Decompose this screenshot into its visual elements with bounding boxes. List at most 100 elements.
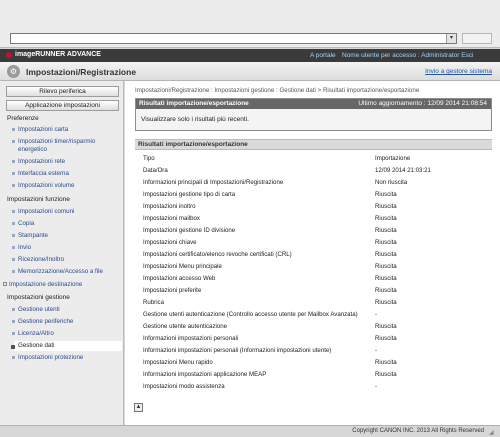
sidebar-item-user-management[interactable]: Gestione utenti [12,306,122,314]
bullet-icon [12,128,15,131]
table-row: Impostazioni chiave Riuscita [143,239,488,247]
results-summary-panel: Risultati importazione/esportazione Ulti… [135,98,492,131]
goto-system-manager-link[interactable]: Invio a gestore sistema [425,68,492,75]
row-label: Impostazioni gestione ID divisione [143,227,236,234]
row-value: Riuscita [375,359,397,366]
row-label: Impostazioni Menu rapido [143,359,213,366]
row-value: - [375,347,378,354]
sidebar-item-destination-settings[interactable]: Impostazione destinazione [3,281,82,288]
row-value: Riuscita [375,299,397,306]
table-row: Impostazioni Menu principale Riuscita [143,263,488,271]
table-row: Impostazioni Menu rapido Riuscita [143,359,488,367]
table-row: Rubrica Riuscita [143,299,488,307]
address-dropdown-icon[interactable]: ▾ [446,34,456,43]
row-value: Riuscita [375,275,397,282]
table-row: Informazioni impostazioni personali (Inf… [143,347,488,355]
bullet-icon [12,356,15,359]
table-row: Gestione utente autenticazione Riuscita [143,323,488,331]
row-label: Impostazioni mailbox [143,215,200,222]
table-row: Informazioni principali di Impostazioni/… [143,179,488,187]
table-row: Informazioni impostazioni applicazione M… [143,371,488,379]
last-update-timestamp: Ultimo aggiornamento : 12/09 2014 21:08:… [358,100,487,107]
table-row: Impostazioni gestione ID divisione Riusci… [143,227,488,235]
settings-gear-icon: ⚙ [7,65,20,78]
toolbar-area [462,33,492,44]
copyright: Copyright CANON INC. 2013 All Rights Res… [352,428,484,434]
sidebar-group-function-settings: Impostazioni funzione [7,196,70,203]
check-device-button[interactable]: Rilevo periferica [6,86,119,97]
latest-results-note: Visualizzare solo i risultati più recent… [141,116,249,123]
results-detail-panel: Risultati importazione/esportazione Tipo… [135,139,492,392]
bullet-icon [12,172,15,175]
bullet-icon [12,222,15,225]
sidebar-item-external-interface[interactable]: Interfaccia esterna [12,170,122,178]
bullet-icon [12,210,15,213]
expand-icon[interactable] [3,282,7,287]
page-title-bar: ⚙ Impostazioni/Registrazione Invio a ges… [0,62,500,81]
sidebar-item-device-management[interactable]: Gestione periferiche [12,318,122,326]
sidebar-item-timer-energy[interactable]: Impostazioni timer/risparmio energetico [12,138,122,153]
sidebar-group-preferences: Preferenze [7,115,39,122]
sidebar-item-common-settings[interactable]: Impostazioni comuni [12,208,122,216]
row-value: Riuscita [375,371,397,378]
sidebar: Rilevo periferica Applicazione impostazi… [0,81,124,425]
sidebar-item-volume[interactable]: Impostazioni volume [12,182,122,190]
table-row: Gestione utenti autenticazione (Controll… [143,311,488,319]
row-label: Tipo [143,155,155,162]
row-value: Riuscita [375,251,397,258]
browser-chrome: ▾ [0,0,500,48]
row-label: Gestione utente autenticazione [143,323,228,330]
row-value: Riuscita [375,287,397,294]
row-label: Impostazioni Menu principale [143,263,222,270]
sidebar-item-copy[interactable]: Copia [12,220,122,228]
bullet-icon [12,270,15,273]
brand-name: imageRUNNER ADVANCE [15,51,101,58]
sidebar-item-security-settings[interactable]: Impostazioni protezione [12,354,122,362]
row-value: Riuscita [375,203,397,210]
row-label: Data/Ora [143,167,168,174]
row-value: Riuscita [375,191,397,198]
bullet-icon [12,234,15,237]
scroll-to-top-icon[interactable]: ▲ [134,403,143,412]
table-row: Impostazioni mailbox Riuscita [143,215,488,223]
results-summary-header: Risultati importazione/esportazione Ulti… [136,99,491,109]
row-value: - [375,311,378,318]
row-value: Riuscita [375,215,397,222]
sidebar-item-send[interactable]: Invio [12,244,122,252]
table-row: Impostazioni preferite Riuscita [143,287,488,295]
page-title: Impostazioni/Registrazione [26,67,137,77]
product-bar: imageRUNNER ADVANCE A portale Nome utent… [0,49,500,62]
resize-grip-icon[interactable]: ◢ [489,429,497,436]
row-label: Impostazioni accesso Web [143,275,216,282]
sidebar-item-data-management[interactable]: Gestione dati [11,341,122,351]
bullet-icon [11,344,15,349]
row-value: Importazione [375,155,411,162]
row-value: 12/09 2014 21:03:21 [375,167,431,174]
row-label: Impostazioni certificato/elenco revoche … [143,251,292,258]
sidebar-item-license-other[interactable]: Licenza/Altro [12,330,122,338]
footer: Copyright CANON INC. 2013 All Rights Res… [0,425,500,437]
row-label: Informazioni principali di Impostazioni/… [143,179,284,186]
user-info-logout[interactable]: Nome utente per accesso : Administrator … [342,52,474,59]
bullet-icon [12,258,15,261]
breadcrumb: Impostazioni/Registrazione : Impostazion… [135,87,420,94]
portal-link[interactable]: A portale [310,52,336,59]
sidebar-item-printer[interactable]: Stampante [12,232,122,240]
main-content: Impostazioni/Registrazione : Impostazion… [125,81,500,425]
table-row: Tipo Importazione [143,155,488,163]
row-label: Impostazioni chiave [143,239,197,246]
apply-settings-button[interactable]: Applicazione impostazioni [6,100,119,111]
row-value: Riuscita [375,239,397,246]
table-row: Impostazioni certificato/elenco revoche … [143,251,488,259]
sidebar-item-receive-forward[interactable]: Ricezione/Inoltro [12,256,122,264]
address-bar[interactable]: ▾ [10,33,457,44]
row-label: Impostazioni preferite [143,287,202,294]
row-label: Impostazioni gestione tipo di carta [143,191,236,198]
sidebar-item-store-access-files[interactable]: Memorizzazione/Accesso a file [12,268,122,276]
table-row: Impostazioni inoltro Riuscita [143,203,488,211]
row-label: Informazioni impostazioni applicazione M… [143,371,267,378]
sidebar-item-network[interactable]: Impostazioni rete [12,158,122,166]
row-value: - [375,383,378,390]
sidebar-item-paper-settings[interactable]: Impostazioni carta [12,126,122,134]
bullet-icon [12,160,15,163]
